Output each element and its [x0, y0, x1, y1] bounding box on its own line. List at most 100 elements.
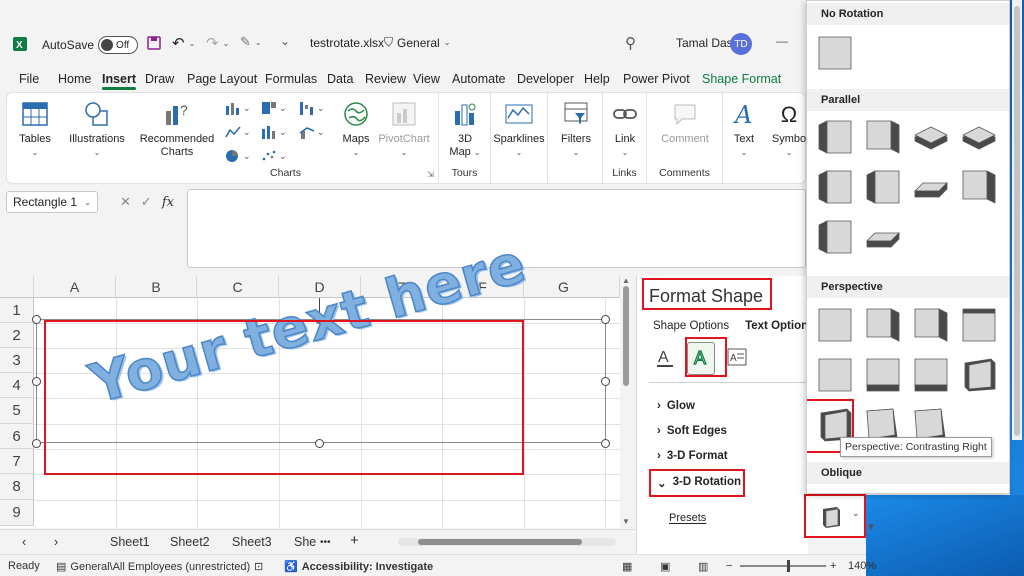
filters-button[interactable]: Filters ⌄	[554, 99, 598, 159]
sensitivity-button[interactable]: ⛉ General ⌄	[384, 35, 450, 50]
preset-parallel[interactable]	[962, 170, 996, 204]
zoom-in-button[interactable]: +	[830, 560, 836, 572]
search-icon[interactable]: ⚲	[625, 34, 636, 52]
maps-button[interactable]: Maps ⌄	[335, 99, 377, 159]
select-all-corner[interactable]	[0, 276, 34, 298]
sheet-tab[interactable]: Sheet2	[170, 535, 210, 549]
resize-handle[interactable]	[601, 315, 610, 324]
tab-automate[interactable]: Automate	[452, 72, 506, 86]
next-sheet-icon[interactable]: ›	[54, 535, 58, 549]
hierarchy-chart-icon[interactable]: ⌄	[261, 101, 287, 115]
preset-parallel[interactable]	[866, 232, 900, 248]
tab-formulas[interactable]: Formulas	[265, 72, 317, 86]
tab-home[interactable]: Home	[58, 72, 91, 86]
horizontal-scroll-thumb[interactable]	[418, 539, 582, 545]
minimize-icon[interactable]: —	[776, 34, 788, 48]
sheet-tab[interactable]: Sheet3	[232, 535, 272, 549]
tab-shape-format[interactable]: Shape Format	[702, 72, 781, 86]
preset-parallel[interactable]	[818, 220, 852, 254]
sensitivity-status[interactable]: ▤ General\All Employees (unrestricted)	[56, 560, 250, 574]
preset-parallel[interactable]	[914, 182, 948, 198]
preset-perspective[interactable]	[914, 308, 948, 342]
sparklines-button[interactable]: Sparklines ⌄	[493, 99, 545, 159]
page-break-view-icon[interactable]: ▥	[698, 560, 708, 573]
cancel-icon[interactable]: ✕	[120, 194, 131, 210]
avatar[interactable]: TD	[730, 33, 752, 55]
text-fill-outline-icon[interactable]: A	[655, 346, 675, 371]
preset-perspective[interactable]	[818, 358, 852, 392]
row-header[interactable]: 3	[0, 348, 34, 373]
column-header[interactable]: G	[524, 276, 620, 298]
gallery-scrollbar[interactable]	[1012, 0, 1022, 440]
section-glow[interactable]: › Glow	[657, 400, 695, 412]
tab-text-options[interactable]: Text Options	[745, 320, 814, 332]
column-header[interactable]: C	[197, 276, 279, 298]
normal-view-icon[interactable]: ▦	[622, 560, 632, 573]
tab-file[interactable]: File	[19, 72, 39, 86]
column-header[interactable]: B	[116, 276, 197, 298]
section-soft-edges[interactable]: › Soft Edges	[657, 425, 727, 437]
preset-parallel[interactable]	[962, 126, 996, 150]
tab-shape-options[interactable]: Shape Options	[653, 320, 729, 332]
name-box[interactable]: Rectangle 1 ⌄	[6, 191, 98, 213]
tab-draw[interactable]: Draw	[145, 72, 174, 86]
row-header[interactable]: 4	[0, 373, 34, 398]
preset-perspective[interactable]	[914, 358, 948, 392]
sheet-tab[interactable]: She	[294, 535, 316, 549]
tab-review[interactable]: Review	[365, 72, 406, 86]
macro-record-icon[interactable]: ⊡	[254, 560, 263, 573]
save-icon[interactable]	[146, 35, 162, 51]
recommended-charts-button[interactable]: ? Recommended Charts	[139, 99, 215, 159]
preset-parallel[interactable]	[818, 170, 852, 204]
row-header[interactable]: 6	[0, 424, 34, 449]
preset-perspective[interactable]	[866, 308, 900, 342]
resize-handle[interactable]	[601, 439, 610, 448]
tab-view[interactable]: View	[413, 72, 440, 86]
pivotchart-button[interactable]: PivotChart ⌄	[375, 99, 433, 159]
tables-button[interactable]: Tables ⌄	[15, 99, 55, 159]
scroll-down-icon[interactable]: ▼	[866, 522, 876, 533]
row-header[interactable]: 1	[0, 298, 34, 323]
presets-dropdown-button[interactable]: ⌄	[804, 494, 866, 538]
sheet-tab[interactable]: Sheet1	[110, 535, 150, 549]
text-button[interactable]: A Text ⌄	[727, 99, 761, 159]
column-chart-icon[interactable]: ⌄	[225, 101, 251, 115]
resize-handle[interactable]	[32, 377, 41, 386]
preset-perspective[interactable]	[866, 358, 900, 392]
add-sheet-icon[interactable]: +	[350, 532, 359, 549]
statistic-chart-icon[interactable]: ⌄	[261, 125, 287, 139]
zoom-slider-track[interactable]	[740, 565, 826, 567]
3d-map-button[interactable]: 3D Map ⌄	[443, 99, 487, 159]
preset-parallel[interactable]	[818, 120, 852, 154]
undo-icon[interactable]: ↶ ⌄	[172, 34, 195, 52]
symbols-button[interactable]: Ω Symbo ⌄	[771, 99, 807, 159]
pie-chart-icon[interactable]: ⌄	[225, 149, 251, 163]
scroll-down-icon[interactable]: ▼	[622, 517, 630, 526]
zoom-out-button[interactable]: −	[726, 560, 732, 572]
preset-no-rotation[interactable]	[818, 36, 852, 70]
waterfall-chart-icon[interactable]: ⌄	[299, 101, 325, 115]
section-3d-format[interactable]: › 3-D Format	[657, 450, 728, 462]
tab-power-pivot[interactable]: Power Pivot	[623, 72, 690, 86]
worksheet-grid[interactable]: A B C D E F G 1 2 3 4 5 6 7 8 9 Your tex…	[0, 231, 620, 528]
preset-perspective[interactable]	[818, 308, 852, 342]
preset-perspective[interactable]	[964, 358, 996, 392]
scroll-up-icon[interactable]: ▲	[622, 276, 630, 285]
illustrations-button[interactable]: Illustrations ⌄	[65, 99, 129, 159]
resize-handle[interactable]	[32, 439, 41, 448]
gallery-scroll-thumb[interactable]	[1014, 6, 1020, 436]
vertical-scroll-thumb[interactable]	[623, 286, 629, 386]
redo-icon[interactable]: ↷ ⌄	[206, 34, 229, 52]
preset-perspective[interactable]	[962, 308, 996, 342]
resize-handle[interactable]	[32, 315, 41, 324]
enter-icon[interactable]: ✓	[141, 194, 152, 210]
tab-insert[interactable]: Insert	[102, 72, 137, 90]
combo-chart-icon[interactable]: ⌄	[299, 125, 325, 139]
comment-button[interactable]: Comment	[653, 99, 717, 146]
autosave-toggle[interactable]: Off	[98, 36, 139, 54]
page-layout-view-icon[interactable]: ▣	[660, 560, 670, 573]
insert-function-icon[interactable]: fx	[162, 195, 174, 210]
customize-toolbar-icon[interactable]: ⌄	[280, 34, 290, 48]
dialog-launcher-icon[interactable]: ⇲	[427, 170, 434, 179]
previous-sheet-icon[interactable]: ‹	[22, 535, 26, 549]
